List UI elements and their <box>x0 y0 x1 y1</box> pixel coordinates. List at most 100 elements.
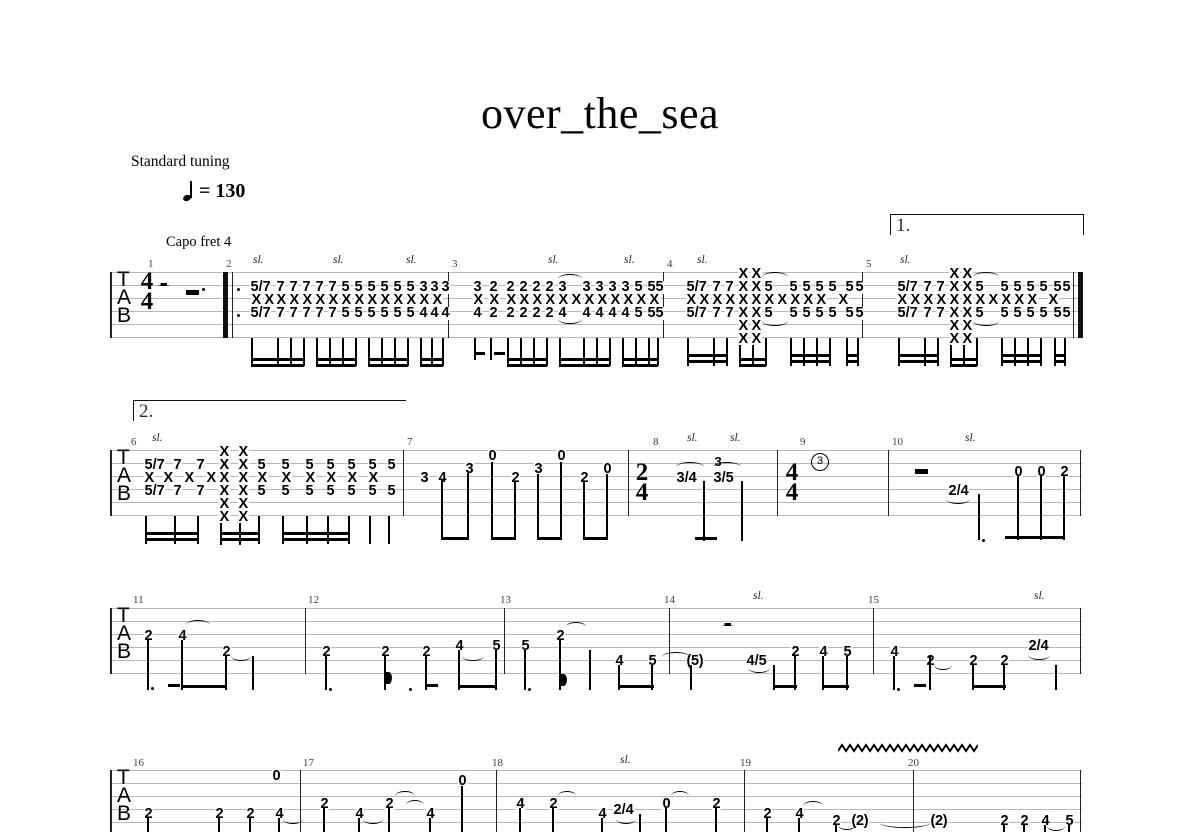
tab-note: 2 <box>1000 813 1010 829</box>
slide-mark: sl. <box>753 590 764 602</box>
tab-note: 2 <box>144 806 154 822</box>
tab-note: 2 <box>222 644 232 660</box>
repeat-barline-close <box>1078 272 1083 338</box>
tab-note: 4 <box>438 470 448 486</box>
barline <box>744 770 746 832</box>
tab-note: 2 <box>1000 653 1010 669</box>
tab-note: 5 <box>815 305 825 321</box>
measure-number: 14 <box>664 594 675 606</box>
tab-note: 7 <box>302 305 312 321</box>
tempo-value: = 130 <box>199 180 246 202</box>
tie <box>231 651 251 661</box>
tie <box>946 494 970 504</box>
tab-note: 2 <box>511 470 521 486</box>
tie <box>1028 650 1050 660</box>
barline <box>403 450 405 516</box>
tab-note: 4 <box>455 638 465 654</box>
tab-note: 5 <box>406 305 416 321</box>
tab-note: 4 <box>819 644 829 660</box>
tab-note: 4 <box>615 653 625 669</box>
slide-mark: sl. <box>406 254 417 266</box>
tab-note: 2 <box>144 628 154 644</box>
tab-note: 7 <box>923 305 933 321</box>
barline <box>110 272 112 338</box>
tab-note: 5 <box>521 638 531 654</box>
measure-number: 18 <box>492 757 503 769</box>
tab-note: 5/7 <box>250 305 272 321</box>
tie <box>973 316 999 326</box>
augmentation-dot <box>202 288 205 291</box>
tie <box>462 651 484 661</box>
barline <box>305 608 307 674</box>
measure-number: 12 <box>308 594 319 606</box>
half-rest <box>186 290 199 295</box>
tab-note: 7 <box>196 483 206 499</box>
tab-note: 5/7 <box>686 305 708 321</box>
tab-mute: X <box>751 266 762 282</box>
tab-note: 5 <box>387 483 397 499</box>
tab-note: 5 <box>1039 305 1049 321</box>
slide-mark: sl. <box>548 254 559 266</box>
tab-note: 5 <box>1039 279 1049 295</box>
barline <box>888 450 890 516</box>
tab-note: 4 <box>608 305 618 321</box>
slide-mark: sl. <box>900 254 911 266</box>
string-indicator: 3 <box>811 453 829 471</box>
tie <box>671 791 689 801</box>
tab-note: 2 <box>969 653 979 669</box>
barline <box>1080 770 1082 832</box>
tab-note: 3 <box>534 461 544 477</box>
tab-note: 2 <box>791 644 801 660</box>
tab-note: 2 <box>1020 813 1030 829</box>
measure-number: 7 <box>407 436 413 448</box>
tab-note: 0 <box>557 448 567 464</box>
tab-note: 5/7 <box>144 483 166 499</box>
tab-note: 5 <box>1026 305 1036 321</box>
tab-note: 5 <box>492 638 502 654</box>
tab-note: 5 <box>789 305 799 321</box>
slide-mark: sl. <box>152 432 163 444</box>
volta-bracket-2: 2. <box>133 400 406 422</box>
tie <box>762 272 788 282</box>
volta-label: 2. <box>139 401 154 422</box>
tab-note: 2 <box>246 806 256 822</box>
tie <box>1047 821 1065 831</box>
tab-note: 0 <box>662 796 672 812</box>
tab-note: 5 <box>354 305 364 321</box>
tie <box>676 462 704 472</box>
tab-note: 5 <box>326 483 336 499</box>
tab-slide-note: 3/4 <box>676 470 698 486</box>
measure-number: 19 <box>740 757 751 769</box>
tab-slide-note: 3/5 <box>713 470 735 486</box>
tab-note: 2 <box>320 796 330 812</box>
tab-note: 2 <box>549 796 559 812</box>
tab-mute: X <box>962 266 973 282</box>
quarter-rest: 𝄼 <box>722 611 734 644</box>
tab-note: 7 <box>936 305 946 321</box>
tab-note: 5 <box>1062 279 1072 295</box>
tab-note: 5 <box>305 483 315 499</box>
tab-mute: X <box>777 292 788 308</box>
slide-mark: sl. <box>253 254 264 266</box>
tab-clef-b: B <box>117 304 132 327</box>
time-signature-4-4-b: 4 4 <box>785 459 799 506</box>
tab-note: 5 <box>368 483 378 499</box>
tab-note: 5 <box>1062 305 1072 321</box>
staff-3 <box>110 608 1082 674</box>
tab-note: 3 <box>420 470 430 486</box>
tab-note: 4 <box>795 806 805 822</box>
tie <box>566 622 586 632</box>
tempo-marking: = 130 <box>183 180 245 203</box>
slide-mark: sl. <box>333 254 344 266</box>
measure-number: 10 <box>892 436 903 448</box>
tab-note: 2 <box>763 806 773 822</box>
tab-note: 0 <box>1037 464 1047 480</box>
tab-clef-4: T A B <box>117 766 132 825</box>
tab-note: 5 <box>380 305 390 321</box>
vibrato-icon <box>838 742 978 754</box>
tie <box>934 660 952 670</box>
tab-note: 5 <box>828 305 838 321</box>
tab-note: 0 <box>1014 464 1024 480</box>
measure-number: 16 <box>133 757 144 769</box>
tab-note: 5 <box>387 457 397 473</box>
